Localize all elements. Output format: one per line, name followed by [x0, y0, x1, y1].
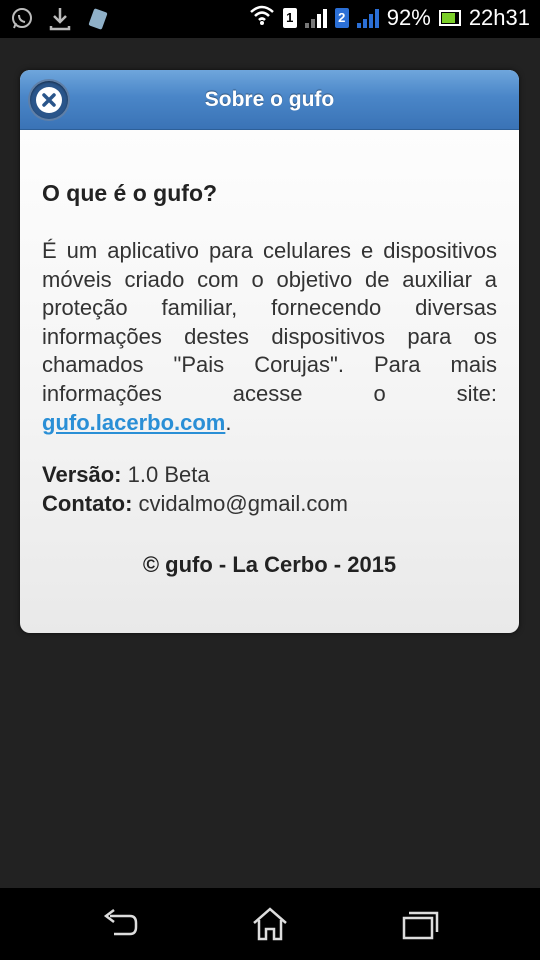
wifi-icon [249, 4, 275, 31]
site-link[interactable]: gufo.lacerbo.com [42, 410, 225, 435]
system-status-icons: 1 2 92% 22h31 [249, 4, 530, 31]
signal-icon [304, 8, 327, 28]
clock: 22h31 [468, 4, 530, 30]
signal-icon [356, 8, 379, 28]
notification-icons [10, 6, 110, 37]
version-row: Versão: 1.0 Beta [42, 461, 497, 490]
info-lines: Versão: 1.0 Beta Contato: cvidalmo@gmail… [42, 461, 497, 518]
app-description: É um aplicativo para celulares e disposi… [42, 237, 497, 437]
contact-label: Contato: [42, 490, 133, 516]
version-value: 1.0 Beta [127, 462, 210, 488]
recent-apps-icon [402, 911, 439, 940]
about-dialog: Sobre o gufo O que é o gufo? É um aplica… [20, 70, 519, 633]
battery-icon [438, 9, 461, 26]
navigation-bar [0, 888, 540, 960]
home-button[interactable] [250, 906, 290, 942]
section-heading: O que é o gufo? [42, 180, 218, 206]
battery-percent: 92% [386, 4, 431, 30]
back-button[interactable] [100, 906, 140, 942]
link-period: . [225, 409, 232, 435]
app-notification-icon [86, 7, 110, 36]
dialog-header: Sobre o gufo [20, 70, 519, 130]
status-bar: 1 2 92% 22h31 [0, 0, 540, 38]
home-icon [253, 907, 287, 941]
recent-apps-button[interactable] [400, 906, 440, 942]
contact-row: Contato: cvidalmo@gmail.com [42, 490, 497, 519]
version-label: Versão: [42, 462, 122, 488]
description-text: É um aplicativo para celulares e disposi… [42, 238, 497, 406]
sim1-badge: 1 [282, 7, 297, 28]
dialog-title: Sobre o gufo [204, 88, 335, 111]
dialog-body: O que é o gufo? É um aplicativo para cel… [20, 180, 519, 578]
sim2-badge: 2 [334, 7, 349, 28]
back-icon [103, 909, 138, 936]
contact-value: cvidalmo@gmail.com [138, 490, 348, 516]
download-icon [48, 6, 72, 37]
copyright: © gufo - La Cerbo - 2015 [142, 552, 397, 578]
whatsapp-icon [10, 7, 34, 36]
